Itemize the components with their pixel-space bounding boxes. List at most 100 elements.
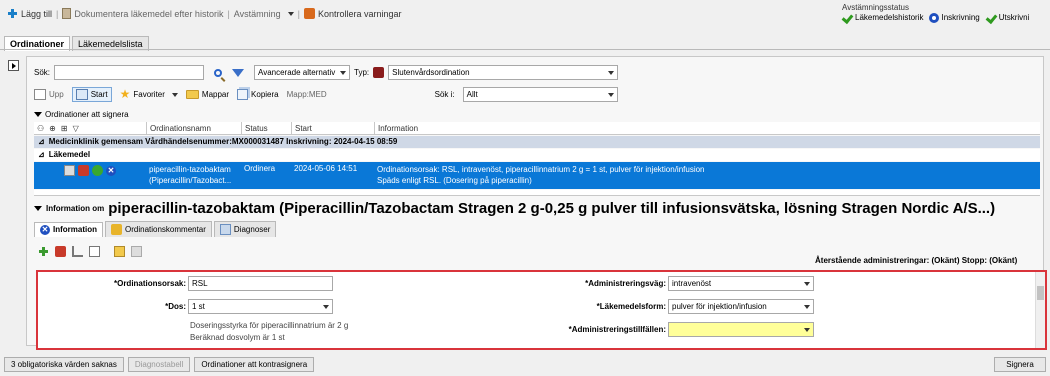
missing-values-button[interactable]: 3 obligatoriska värden saknas — [4, 357, 124, 372]
diagnosis-table-button[interactable]: Diagnostabell — [127, 357, 191, 372]
remaining-administrations: Återstående administreringar: (Okänt) St… — [815, 256, 1018, 265]
reconciliation-menu[interactable]: Avstämning — [234, 9, 294, 19]
info-prefix: Information om — [46, 204, 105, 213]
reconciliation-status: Avstämningsstatus Läkemedelshistorik Ins… — [842, 3, 1050, 23]
chevron-down-icon — [804, 304, 810, 309]
group-department[interactable]: ⊿ Medicinklinik gemensam Vårdhändelsenumm… — [34, 136, 1040, 148]
chevron-down-icon — [287, 11, 294, 16]
copy-button[interactable]: Kopiera — [237, 89, 279, 100]
tab-information[interactable]: ✕ Information — [34, 221, 103, 237]
col-status[interactable]: Status — [241, 122, 291, 135]
row-icons: ✕ — [64, 165, 116, 176]
move-up-icon[interactable] — [131, 246, 142, 257]
col-order-name[interactable]: Ordinationsnamn — [146, 122, 241, 135]
document-icon — [62, 8, 72, 19]
add-icon[interactable] — [38, 246, 49, 257]
chevron-down-icon — [804, 327, 810, 332]
col-start[interactable]: Start — [291, 122, 374, 135]
start-button[interactable]: Start — [71, 87, 112, 102]
search-in-select[interactable]: Allt — [462, 87, 618, 102]
row-information: Ordinationsorsak: RSL, intravenöst, pipe… — [377, 165, 705, 185]
tab-diagnoses[interactable]: Diagnoser — [213, 221, 277, 237]
search-in-label: Sök i: — [434, 90, 455, 99]
reason-input[interactable]: RSL — [188, 276, 333, 291]
occasions-select[interactable] — [668, 322, 814, 337]
table-icon[interactable] — [89, 246, 100, 257]
info-tabs: ✕ Information Ordinationskommentar Diagno… — [34, 221, 277, 237]
search-input[interactable] — [54, 65, 205, 80]
top-toolbar: Lägg till | Dokumentera läkemedel efter … — [7, 8, 402, 19]
chevron-down-icon — [804, 281, 810, 286]
cosign-orders-button[interactable]: Ordinationer att kontrasignera — [194, 357, 315, 372]
medication-icon — [78, 165, 89, 176]
row-status: Ordinera — [244, 164, 276, 173]
chart-icon[interactable] — [72, 246, 83, 257]
search-icon[interactable] — [214, 68, 223, 77]
collapse-icon[interactable] — [34, 112, 42, 117]
table-row[interactable]: ✕ piperacillin-tazobaktam (Piperacillin/T… — [34, 162, 1040, 189]
copy-icon — [237, 89, 249, 100]
group-medication[interactable]: ⊿ Läkemedel — [34, 149, 1040, 161]
up-button[interactable]: Upp — [34, 89, 64, 100]
comment-icon — [111, 224, 122, 235]
folder-icon — [185, 90, 199, 99]
tab-order-comment[interactable]: Ordinationskommentar — [105, 221, 212, 237]
document-history-button[interactable]: Dokumentera läkemedel efter historik — [62, 8, 223, 19]
move-down-icon[interactable] — [114, 246, 125, 257]
nav-row: Upp Start ★ Favoriter Mappar Kopiera Mapp… — [34, 87, 618, 102]
dose-select[interactable]: 1 st — [188, 299, 333, 314]
row-start: 2024-05-06 14:51 — [294, 164, 358, 173]
scrollbar-thumb[interactable] — [1037, 286, 1044, 300]
status-medication-history[interactable]: Läkemedelshistorik — [842, 12, 923, 23]
reason-label: *Ordinationsorsak: — [113, 279, 186, 288]
order-type-icon — [373, 67, 385, 78]
advanced-options-select[interactable]: Avancerade alternativ — [254, 65, 351, 80]
dosage-form-label: *Läkemedelsform: — [596, 302, 666, 311]
status-admission[interactable]: Inskrivning — [929, 12, 980, 23]
status-green-icon — [92, 165, 103, 176]
play-icon — [12, 63, 16, 69]
info-title: piperacillin-tazobaktam (Piperacillin/Ta… — [108, 200, 996, 217]
chevron-down-icon — [608, 70, 615, 75]
chevron-down-icon — [607, 92, 614, 97]
diagnosis-icon — [219, 224, 231, 235]
type-select[interactable]: Slutenvårdsordination — [388, 65, 619, 80]
chevron-down-icon — [340, 70, 347, 75]
grid-icons-header: ⚇⊕⊞▽ — [37, 124, 84, 133]
checkbox-icon[interactable] — [64, 165, 75, 176]
type-label: Typ: — [354, 68, 370, 77]
info-header: Information om piperacillin-tazobaktam (… — [34, 200, 995, 217]
route-select[interactable]: intravenöst — [668, 276, 814, 291]
folders-button[interactable]: Mappar — [185, 90, 229, 99]
dosage-form-select[interactable]: pulver för injektion/infusion — [668, 299, 814, 314]
chevron-down-icon — [323, 304, 329, 309]
check-warnings-button[interactable]: Kontrollera varningar — [304, 8, 402, 19]
order-form: *Ordinationsorsak: RSL *Dos: 1 st Doseri… — [36, 270, 1047, 350]
reconciliation-status-title: Avstämningsstatus — [842, 3, 909, 12]
grid-header: ⚇⊕⊞▽ Ordinationsnamn Status Start Inform… — [34, 122, 1040, 135]
collapse-icon[interactable] — [34, 206, 42, 211]
status-discharge[interactable]: Utskrivni — [986, 12, 1030, 23]
add-button[interactable]: Lägg till — [7, 8, 52, 19]
occasions-label: *Administreringstillfällen: — [568, 325, 666, 334]
footer: 3 obligatoriska värden saknas Diagnostab… — [4, 357, 315, 372]
search-row: Sök: Avancerade alternativ Typ: Slutenvå… — [34, 65, 619, 80]
favorites-menu[interactable]: ★ Favoriter — [120, 88, 178, 100]
medication-icon[interactable] — [55, 246, 66, 257]
information-icon: ✕ — [40, 224, 50, 235]
expand-panel-button[interactable] — [8, 60, 19, 71]
dose-note-volume: Beräknad dosvolym är 1 st — [190, 333, 285, 342]
folder-name: Mapp:MED — [286, 90, 327, 99]
route-label: *Administreringsväg: — [585, 279, 666, 288]
search-label: Sök: — [34, 68, 51, 77]
close-icon[interactable]: ✕ — [106, 165, 116, 176]
filter-icon[interactable] — [232, 68, 245, 77]
row-order-name: piperacillin-tazobaktam (Piperacillin/Taz… — [149, 165, 232, 185]
col-information[interactable]: Information — [374, 122, 1034, 135]
plus-icon — [7, 8, 18, 19]
sign-button[interactable]: Signera — [994, 357, 1046, 372]
form-scrollbar[interactable] — [1035, 272, 1045, 348]
grid-scrollbar[interactable] — [34, 190, 1040, 196]
gear-icon — [929, 12, 940, 23]
info-toolbar — [38, 246, 142, 257]
